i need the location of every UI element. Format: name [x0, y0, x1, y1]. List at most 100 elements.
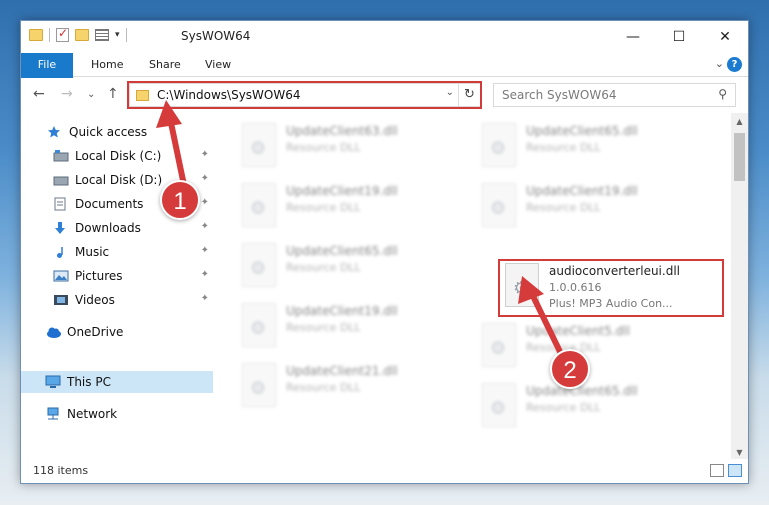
customize-toolbar-icon[interactable]: ▾ [115, 30, 120, 40]
back-button[interactable]: ← [33, 86, 45, 102]
dll-file-icon [242, 243, 276, 287]
file-item[interactable]: UpdateClient65.dll Resource DLL [478, 119, 698, 175]
search-icon[interactable]: ⚲ [718, 87, 727, 101]
file-list: UpdateClient63.dll Resource DLL UpdateCl… [218, 113, 730, 461]
expand-ribbon-icon[interactable]: ⌄ [715, 57, 724, 70]
status-bar: 118 items [21, 459, 748, 483]
file-type: Resource DLL [286, 321, 361, 334]
sidebar-item-this-pc[interactable]: This PC [21, 371, 213, 393]
network-icon [45, 407, 61, 421]
tab-share[interactable]: Share [139, 53, 191, 77]
pin-icon[interactable]: ✦ [201, 245, 209, 256]
sidebar-item-videos[interactable]: Videos ✦ [21, 289, 213, 311]
file-name: UpdateClient19.dll [526, 184, 638, 198]
sidebar-item-label: Videos [75, 293, 115, 307]
drive-icon [53, 149, 69, 163]
file-item[interactable]: UpdateClient19.dll Resource DLL [478, 179, 698, 235]
sidebar-item-label: Local Disk (C:) [75, 149, 162, 163]
file-name: UpdateClient19.dll [286, 304, 398, 318]
folder-icon[interactable] [29, 29, 43, 41]
file-item[interactable]: UpdateClient63.dll Resource DLL [238, 119, 458, 175]
sidebar-item-label: Music [75, 245, 110, 259]
pin-icon[interactable]: ✦ [201, 269, 209, 280]
dll-file-icon [242, 183, 276, 227]
pin-icon[interactable]: ✦ [201, 149, 209, 160]
file-item[interactable]: UpdateClient21.dll Resource DLL [238, 359, 458, 415]
sidebar-item-label: Downloads [75, 221, 141, 235]
window-title: SysWOW64 [181, 29, 251, 43]
computer-icon [45, 375, 61, 389]
scroll-thumb[interactable] [734, 133, 745, 181]
toolbar-divider [125, 28, 127, 42]
sidebar-item-onedrive[interactable]: OneDrive [21, 321, 213, 343]
help-icon[interactable]: ? [727, 57, 742, 72]
recent-locations-button[interactable]: ⌄ [87, 89, 95, 100]
pictures-icon [53, 269, 69, 283]
search-placeholder: Search SysWOW64 [502, 88, 617, 102]
sidebar-item-pictures[interactable]: Pictures ✦ [21, 265, 213, 287]
drive-icon [53, 173, 69, 187]
minimize-button[interactable]: — [610, 21, 656, 53]
details-view-icon[interactable] [710, 464, 724, 477]
download-icon [53, 221, 69, 235]
file-type: Resource DLL [286, 141, 361, 154]
file-item[interactable]: UpdateClient19.dll Resource DLL [238, 299, 458, 355]
file-type: Resource DLL [526, 141, 601, 154]
file-type: Resource DLL [286, 201, 361, 214]
pin-icon[interactable]: ✦ [201, 221, 209, 232]
large-icons-view-icon[interactable] [728, 464, 742, 477]
file-name: UpdateClient5.dll [526, 324, 630, 338]
search-input[interactable]: Search SysWOW64 ⚲ [493, 83, 736, 107]
file-name: UpdateClient65.dll [286, 244, 398, 258]
sidebar-item-network[interactable]: Network [21, 403, 213, 425]
maximize-button[interactable]: ☐ [656, 21, 702, 53]
close-button[interactable]: ✕ [702, 21, 748, 53]
sidebar-item-label: Quick access [69, 125, 148, 139]
address-highlight-box [127, 81, 482, 109]
view-toggle [710, 464, 742, 477]
new-folder-icon[interactable] [75, 29, 89, 41]
sidebar-item-quick-access[interactable]: Quick access [21, 121, 213, 143]
sidebar-item-music[interactable]: Music ✦ [21, 241, 213, 263]
file-item[interactable]: UpdateClient65.dll Resource DLL [238, 239, 458, 295]
file-type: Resource DLL [526, 201, 601, 214]
dll-file-icon [482, 323, 516, 367]
file-item[interactable]: UpdateClient19.dll Resource DLL [238, 179, 458, 235]
up-button[interactable]: ↑ [107, 86, 119, 102]
sidebar-item-label: Local Disk (D:) [75, 173, 163, 187]
properties-check-icon[interactable] [56, 26, 69, 42]
file-name: UpdateClient65.dll [526, 124, 638, 138]
pin-icon[interactable]: ✦ [201, 173, 209, 184]
sidebar-item-local-disk-c[interactable]: Local Disk (C:) ✦ [21, 145, 213, 167]
document-icon [53, 197, 69, 211]
tab-home[interactable]: Home [81, 53, 133, 77]
dll-file-icon [482, 183, 516, 227]
item-count: 118 items [33, 464, 89, 477]
title-bar: ▾ SysWOW64 — ☐ ✕ [21, 21, 748, 53]
scroll-up-icon[interactable]: ▲ [731, 113, 748, 130]
sidebar-item-label: Network [67, 407, 118, 421]
file-type: Resource DLL [286, 261, 361, 274]
file-item[interactable]: UpdateClient65.dll Resource DLL [478, 379, 698, 435]
forward-button[interactable]: → [61, 86, 73, 102]
sidebar-item-downloads[interactable]: Downloads ✦ [21, 217, 213, 239]
file-type: Resource DLL [526, 401, 601, 414]
properties-icon[interactable] [95, 29, 109, 41]
videos-icon [53, 293, 69, 307]
vertical-scrollbar[interactable]: ▲ ▼ [731, 113, 748, 461]
sidebar-item-label: OneDrive [67, 325, 124, 339]
dll-file-icon [242, 363, 276, 407]
file-name: UpdateClient63.dll [286, 124, 398, 138]
pin-icon[interactable]: ✦ [201, 293, 209, 304]
quick-access-toolbar: ▾ [29, 26, 127, 42]
callout-1: 1 [160, 180, 200, 220]
sidebar-item-label: This PC [67, 375, 111, 389]
cloud-icon [45, 325, 61, 339]
tab-view[interactable]: View [195, 53, 241, 77]
window-controls: — ☐ ✕ [610, 21, 748, 53]
dll-file-icon [482, 123, 516, 167]
music-icon [53, 245, 69, 259]
file-highlight-box [498, 259, 724, 317]
ribbon-tabs: File Home Share View ⌄ ? [21, 53, 748, 109]
pin-icon[interactable]: ✦ [201, 197, 209, 208]
